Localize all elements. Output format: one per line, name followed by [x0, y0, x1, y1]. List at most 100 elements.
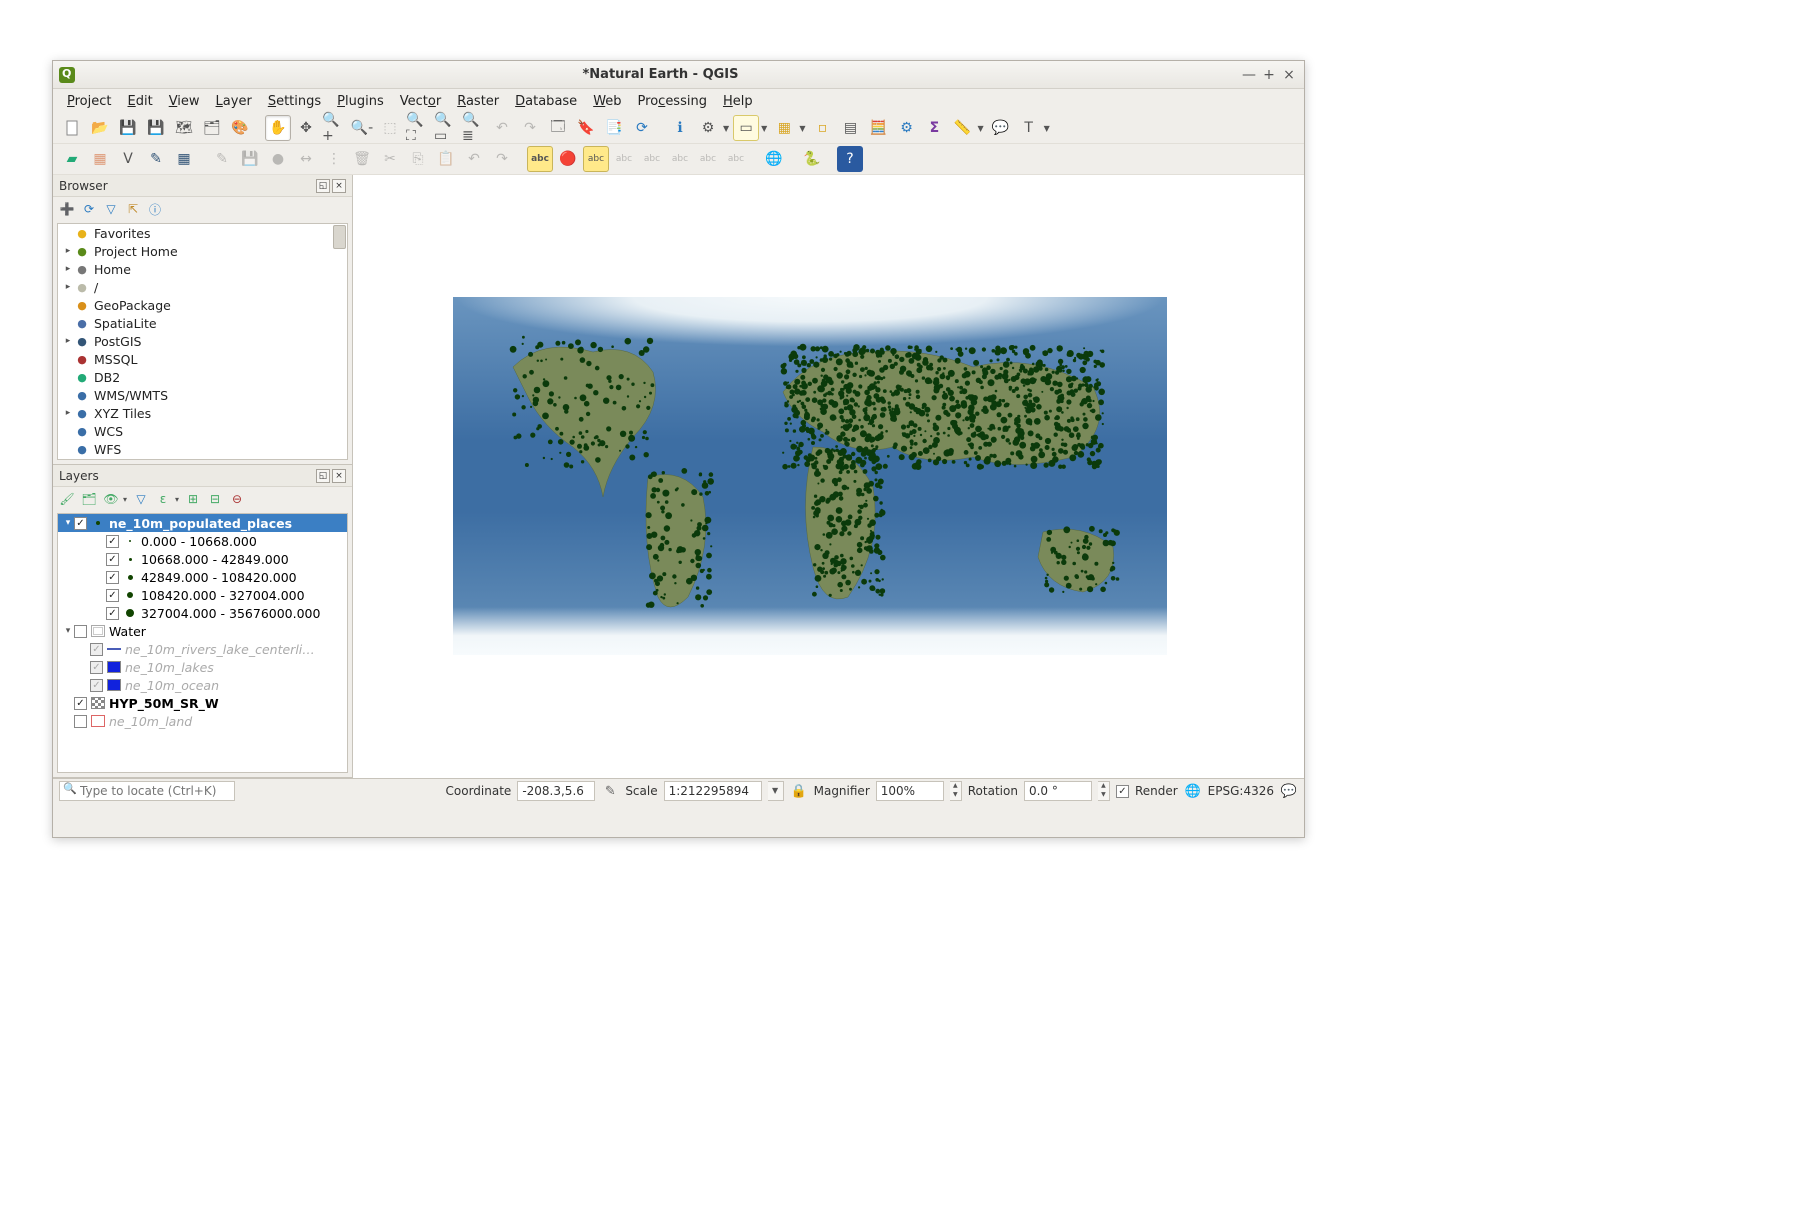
- action-button[interactable]: ⚙: [695, 115, 721, 141]
- layers-close-button[interactable]: ×: [332, 469, 346, 483]
- add-layer-icon[interactable]: ➕: [57, 199, 77, 219]
- map-tips-button[interactable]: 💬: [988, 115, 1014, 141]
- layer-row[interactable]: ✓ne_10m_rivers_lake_centerli…: [58, 640, 347, 658]
- menu-raster[interactable]: Raster: [449, 92, 507, 111]
- expand-arrow[interactable]: ▸: [62, 264, 74, 274]
- statistics-button[interactable]: Σ: [921, 115, 947, 141]
- maximize-button[interactable]: +: [1260, 66, 1278, 84]
- layer-row[interactable]: ✓10668.000 - 42849.000: [58, 550, 347, 568]
- menu-settings[interactable]: Settings: [260, 92, 329, 111]
- filter-legend-icon[interactable]: ▽: [131, 489, 151, 509]
- coord-field[interactable]: -208.3,5.6: [517, 781, 595, 801]
- browser-item[interactable]: ▸●PostGIS: [58, 332, 347, 350]
- minimize-button[interactable]: —: [1240, 66, 1258, 84]
- layer-row[interactable]: ✓HYP_50M_SR_W: [58, 694, 347, 712]
- layer-row[interactable]: ✓0.000 - 10668.000: [58, 532, 347, 550]
- browser-item[interactable]: ●WMS/WMTS: [58, 386, 347, 404]
- extents-toggle-icon[interactable]: ✎: [601, 784, 619, 799]
- layer-checkbox[interactable]: ✓: [90, 679, 103, 692]
- browser-item[interactable]: ●WCS: [58, 422, 347, 440]
- layout-manager-button[interactable]: 🗂: [199, 115, 225, 141]
- filter-expression-icon[interactable]: ε: [153, 489, 173, 509]
- menu-view[interactable]: View: [161, 92, 208, 111]
- expand-arrow[interactable]: ▾: [62, 518, 74, 528]
- expand-arrow[interactable]: ▸: [62, 246, 74, 256]
- browser-item[interactable]: ●Favorites: [58, 224, 347, 242]
- measure-dropdown[interactable]: ▼: [975, 124, 985, 133]
- scale-field[interactable]: 1:212295894: [664, 781, 762, 801]
- annotation-button[interactable]: T: [1016, 115, 1042, 141]
- layer-row[interactable]: ✓ne_10m_land: [58, 712, 347, 730]
- layer-checkbox[interactable]: ✓: [74, 697, 87, 710]
- browser-tree[interactable]: ●Favorites▸●Project Home▸●Home▸●/●GeoPac…: [57, 223, 348, 460]
- class-checkbox[interactable]: ✓: [106, 535, 119, 548]
- close-button[interactable]: ×: [1280, 66, 1298, 84]
- add-group-icon[interactable]: 🗂: [79, 489, 99, 509]
- new-map-view-button[interactable]: 🗔: [545, 115, 571, 141]
- show-bookmarks-button[interactable]: 📑: [601, 115, 627, 141]
- menu-plugins[interactable]: Plugins: [329, 92, 392, 111]
- layer-checkbox[interactable]: ✓: [74, 517, 87, 530]
- remove-layer-icon[interactable]: ⊖: [227, 489, 247, 509]
- crs-icon[interactable]: 🌐: [1184, 784, 1202, 799]
- menu-vector[interactable]: Vector: [392, 92, 449, 111]
- expand-arrow[interactable]: ▾: [62, 626, 74, 636]
- collapse-all-icon[interactable]: ⇱: [123, 199, 143, 219]
- layers-undock-button[interactable]: ◱: [316, 469, 330, 483]
- browser-item[interactable]: ●DB2: [58, 368, 347, 386]
- collapse-all-icon-2[interactable]: ⊟: [205, 489, 225, 509]
- browser-item[interactable]: ▸●Project Home: [58, 242, 347, 260]
- highlight-labels-button[interactable]: abc: [583, 146, 609, 172]
- map-canvas[interactable]: [353, 175, 1304, 778]
- style-manager-button[interactable]: 🎨: [227, 115, 253, 141]
- select-by-value-button[interactable]: ▦: [771, 115, 797, 141]
- browser-item[interactable]: ▸●XYZ Tiles: [58, 404, 347, 422]
- select-by-value-dropdown[interactable]: ▼: [797, 124, 807, 133]
- layer-checkbox[interactable]: ✓: [90, 661, 103, 674]
- browser-item[interactable]: ●MSSQL: [58, 350, 347, 368]
- render-checkbox[interactable]: ✓: [1116, 785, 1129, 798]
- attribute-table-button[interactable]: ▤: [837, 115, 863, 141]
- new-print-layout-button[interactable]: 🗺: [171, 115, 197, 141]
- layer-row[interactable]: ✓ne_10m_ocean: [58, 676, 347, 694]
- menu-processing[interactable]: Processing: [630, 92, 715, 111]
- layer-row[interactable]: ▾✓Water: [58, 622, 347, 640]
- expand-arrow[interactable]: ▸: [62, 336, 74, 346]
- field-calculator-button[interactable]: 🧮: [865, 115, 891, 141]
- layer-row[interactable]: ✓108420.000 - 327004.000: [58, 586, 347, 604]
- layers-panel-header[interactable]: Layers ◱ ×: [53, 465, 352, 487]
- class-checkbox[interactable]: ✓: [106, 553, 119, 566]
- zoom-layer-button[interactable]: 🔍≣: [461, 115, 487, 141]
- action-dropdown[interactable]: ▼: [721, 124, 731, 133]
- browser-close-button[interactable]: ×: [332, 179, 346, 193]
- layers-tree[interactable]: ▾✓ne_10m_populated_places✓0.000 - 10668.…: [57, 513, 348, 773]
- menu-database[interactable]: Database: [507, 92, 585, 111]
- diagram-button[interactable]: 🔴: [555, 146, 581, 172]
- class-checkbox[interactable]: ✓: [106, 589, 119, 602]
- rotation-field[interactable]: 0.0 °: [1024, 781, 1092, 801]
- select-features-button[interactable]: ▭: [733, 115, 759, 141]
- layer-row[interactable]: ▾✓ne_10m_populated_places: [58, 514, 347, 532]
- menu-project[interactable]: Project: [59, 92, 120, 111]
- raster-calculator-button[interactable]: ▦: [171, 146, 197, 172]
- layer-style-icon[interactable]: 🖌: [57, 489, 77, 509]
- menu-web[interactable]: Web: [585, 92, 629, 111]
- python-console-button[interactable]: 🐍: [799, 146, 825, 172]
- menu-help[interactable]: Help: [715, 92, 761, 111]
- crs-label[interactable]: EPSG:4326: [1208, 784, 1274, 798]
- layer-checkbox[interactable]: ✓: [74, 715, 87, 728]
- browser-item[interactable]: ●GeoPackage: [58, 296, 347, 314]
- zoom-out-button[interactable]: 🔍-: [349, 115, 375, 141]
- lock-scale-icon[interactable]: 🔒: [790, 784, 808, 799]
- class-checkbox[interactable]: ✓: [106, 607, 119, 620]
- properties-icon[interactable]: ⓘ: [145, 199, 165, 219]
- add-vector-button[interactable]: ▰: [59, 146, 85, 172]
- browser-item[interactable]: ▸●/: [58, 278, 347, 296]
- expand-arrow[interactable]: ▸: [62, 408, 74, 418]
- add-raster-button[interactable]: ▦: [87, 146, 113, 172]
- magnifier-spinner[interactable]: ▲▼: [950, 781, 962, 801]
- filter-expr-dropdown[interactable]: ▾: [173, 495, 181, 504]
- toggle-editing-button[interactable]: ✎: [143, 146, 169, 172]
- rotation-spinner[interactable]: ▲▼: [1098, 781, 1110, 801]
- expand-arrow[interactable]: ▸: [62, 282, 74, 292]
